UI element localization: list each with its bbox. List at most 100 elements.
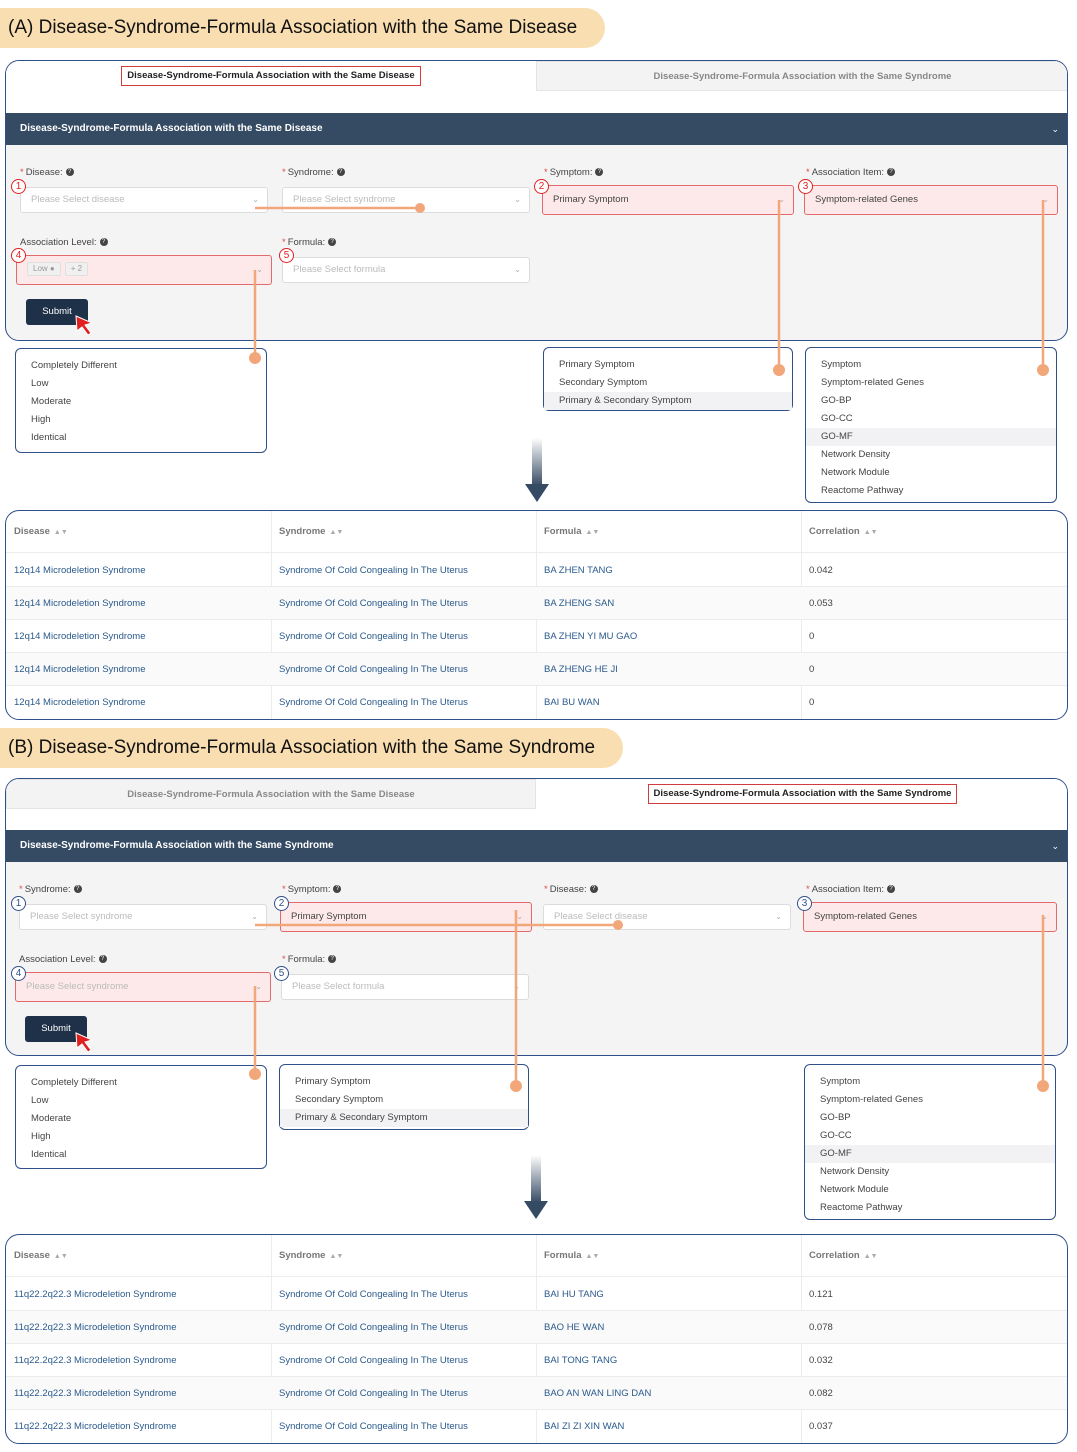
column-header-correlation[interactable]: Correlation ▲▼ [809,1235,878,1278]
disease-select[interactable]: Please Select disease ⌄ [543,904,791,930]
formula-select[interactable]: Please Select formula ⌄ [282,257,530,283]
formula-link[interactable]: BAO HE WAN [544,1311,604,1344]
step-badge: 3 [797,896,812,911]
disease-link[interactable]: 12q14 Microdeletion Syndrome [14,653,146,686]
dropdown-option[interactable]: Primary Symptom [544,356,792,374]
dropdown-option[interactable]: Symptom [806,356,1056,374]
dropdown-option[interactable]: High [16,411,266,429]
disease-link[interactable]: 12q14 Microdeletion Syndrome [14,686,146,719]
chevron-down-icon[interactable]: ⌄ [1051,113,1059,145]
formula-link[interactable]: BA ZHENG SAN [544,587,614,620]
disease-link[interactable]: 11q22.2q22.3 Microdeletion Syndrome [14,1311,176,1344]
dropdown-option[interactable]: Identical [16,429,266,447]
tab-same-syndrome[interactable]: Disease-Syndrome-Formula Association wit… [536,779,1067,809]
dropdown-option[interactable]: GO-BP [806,392,1056,410]
dropdown-option[interactable]: Network Density [805,1163,1055,1181]
dropdown-option[interactable]: Moderate [16,393,266,411]
dropdown-option[interactable]: GO-BP [805,1109,1055,1127]
syndrome-link[interactable]: Syndrome Of Cold Congealing In The Uteru… [279,653,468,686]
dropdown-option[interactable]: Identical [16,1146,266,1164]
dropdown-option[interactable]: Primary & Secondary Symptom [280,1109,528,1127]
tab-same-syndrome[interactable]: Disease-Syndrome-Formula Association wit… [536,61,1067,91]
symptom-select[interactable]: Primary Symptom ⌄ [280,902,532,932]
panel-header[interactable]: Disease-Syndrome-Formula Association wit… [6,830,1067,862]
disease-link[interactable]: 11q22.2q22.3 Microdeletion Syndrome [14,1377,176,1410]
dropdown-option[interactable]: Primary & Secondary Symptom [544,392,792,410]
syndrome-link[interactable]: Syndrome Of Cold Congealing In The Uteru… [279,1344,468,1377]
column-header-formula[interactable]: Formula ▲▼ [544,511,599,554]
dropdown-option[interactable]: Reactome Pathway [806,482,1056,500]
syndrome-select[interactable]: Please Select syndrome ⌄ [19,904,267,930]
column-header-syndrome[interactable]: Syndrome ▲▼ [279,511,343,554]
dropdown-option[interactable]: Symptom-related Genes [806,374,1056,392]
symptom-select[interactable]: Primary Symptom ⌄ [542,185,794,215]
association-level-select[interactable]: Low ● + 2 ⌄ [16,255,272,285]
dropdown-option[interactable]: Symptom [805,1073,1055,1091]
syndrome-link[interactable]: Syndrome Of Cold Congealing In The Uteru… [279,686,468,719]
correlation-value: 0.037 [809,1421,833,1432]
disease-select[interactable]: Please Select disease ⌄ [20,187,268,213]
dropdown-option[interactable]: High [16,1128,266,1146]
association-item-select[interactable]: Symptom-related Genes ⌄ [803,902,1057,932]
chevron-down-icon: ⌄ [251,912,258,921]
dropdown-option[interactable]: Reactome Pathway [805,1199,1055,1217]
dropdown-option[interactable]: Completely Different [16,1074,266,1092]
syndrome-link[interactable]: Syndrome Of Cold Congealing In The Uteru… [279,1278,468,1311]
level-dropdown: Completely Different Low Moderate High I… [15,348,267,453]
dropdown-option[interactable]: Low [16,1092,266,1110]
formula-link[interactable]: BAI BU WAN [544,686,600,719]
help-icon: ? [65,168,74,177]
formula-link[interactable]: BAO AN WAN LING DAN [544,1377,651,1410]
dropdown-option[interactable]: Completely Different [16,357,266,375]
tab-same-disease[interactable]: Disease-Syndrome-Formula Association wit… [6,779,536,809]
dropdown-option[interactable]: Secondary Symptom [544,374,792,392]
dropdown-option[interactable]: GO-CC [805,1127,1055,1145]
dropdown-option[interactable]: GO-MF [805,1145,1055,1163]
formula-link[interactable]: BA ZHENG HE JI [544,653,618,686]
dropdown-option[interactable]: Network Density [806,446,1056,464]
association-level-select[interactable]: Please Select syndrome ⌄ [15,972,271,1002]
formula-link[interactable]: BAI TONG TANG [544,1344,617,1377]
sort-icon: ▲▼ [863,1253,878,1260]
dropdown-option[interactable]: GO-CC [806,410,1056,428]
tab-label: Disease-Syndrome-Formula Association wit… [653,71,952,82]
correlation-value: 0.053 [809,598,833,609]
disease-link[interactable]: 12q14 Microdeletion Syndrome [14,587,146,620]
syndrome-link[interactable]: Syndrome Of Cold Congealing In The Uteru… [279,587,468,620]
dropdown-option[interactable]: Moderate [16,1110,266,1128]
disease-link[interactable]: 11q22.2q22.3 Microdeletion Syndrome [14,1410,176,1443]
disease-link[interactable]: 12q14 Microdeletion Syndrome [14,554,146,587]
formula-link[interactable]: BA ZHEN TANG [544,554,613,587]
dropdown-option[interactable]: Primary Symptom [280,1073,528,1091]
formula-link[interactable]: BAI ZI ZI XIN WAN [544,1410,624,1443]
panel-header[interactable]: Disease-Syndrome-Formula Association wit… [6,113,1067,145]
syndrome-link[interactable]: Syndrome Of Cold Congealing In The Uteru… [279,1311,468,1344]
syndrome-link[interactable]: Syndrome Of Cold Congealing In The Uteru… [279,620,468,653]
dropdown-option[interactable]: Symptom-related Genes [805,1091,1055,1109]
dropdown-option[interactable]: Network Module [805,1181,1055,1199]
syndrome-link[interactable]: Syndrome Of Cold Congealing In The Uteru… [279,1410,468,1443]
disease-link[interactable]: 11q22.2q22.3 Microdeletion Syndrome [14,1278,176,1311]
dropdown-option[interactable]: GO-MF [806,428,1056,446]
column-header-syndrome[interactable]: Syndrome ▲▼ [279,1235,343,1278]
dropdown-option[interactable]: Low [16,375,266,393]
formula-link[interactable]: BAI HU TANG [544,1278,604,1311]
column-header-correlation[interactable]: Correlation ▲▼ [809,511,878,554]
column-header-disease[interactable]: Disease ▲▼ [14,511,68,554]
syndrome-select[interactable]: Please Select syndrome ⌄ [282,187,530,213]
column-header-disease[interactable]: Disease ▲▼ [14,1235,68,1278]
formula-link[interactable]: BA ZHEN YI MU GAO [544,620,637,653]
formula-select[interactable]: Please Select formula ⌄ [281,974,529,1000]
disease-link[interactable]: 11q22.2q22.3 Microdeletion Syndrome [14,1344,176,1377]
level-tag[interactable]: Low ● [27,262,61,277]
syndrome-link[interactable]: Syndrome Of Cold Congealing In The Uteru… [279,554,468,587]
column-header-formula[interactable]: Formula ▲▼ [544,1235,599,1278]
syndrome-link[interactable]: Syndrome Of Cold Congealing In The Uteru… [279,1377,468,1410]
chevron-down-icon[interactable]: ⌄ [1051,830,1059,862]
tab-same-disease[interactable]: Disease-Syndrome-Formula Association wit… [6,61,536,91]
association-item-select[interactable]: Symptom-related Genes ⌄ [804,185,1058,215]
table-header-row: Disease ▲▼ Syndrome ▲▼ Formula ▲▼ Correlati… [6,511,1067,553]
dropdown-option[interactable]: Secondary Symptom [280,1091,528,1109]
disease-link[interactable]: 12q14 Microdeletion Syndrome [14,620,146,653]
dropdown-option[interactable]: Network Module [806,464,1056,482]
